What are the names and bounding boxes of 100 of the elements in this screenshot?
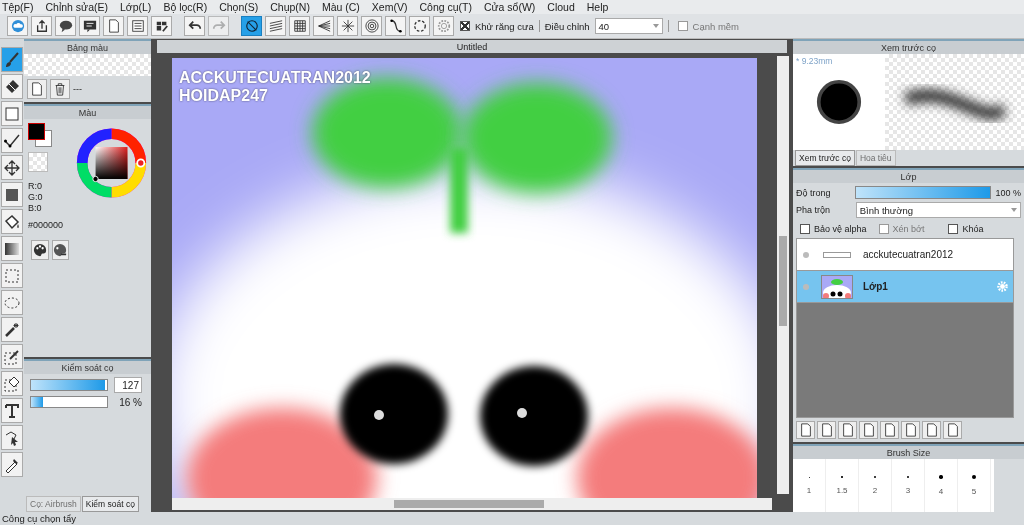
brush-size-field[interactable]: 127 [114, 377, 142, 393]
delete-swatch-button[interactable] [50, 79, 70, 99]
snap-button[interactable] [289, 16, 310, 36]
new-swatch-button[interactable] [27, 79, 47, 99]
toolbar-button[interactable] [127, 16, 148, 36]
layer-name: Lớp1 [863, 281, 888, 292]
visibility-dot[interactable] [803, 283, 809, 290]
adjust-label: Điều chỉnh [544, 20, 590, 32]
menu-item[interactable]: Help [586, 1, 615, 13]
toolbar-button[interactable] [79, 16, 100, 36]
visibility-dot[interactable] [803, 251, 809, 258]
palette-icon [53, 243, 68, 257]
antialias-label: Khử răng cưa [475, 20, 534, 32]
layer-row[interactable]: acckutecuatran2012 [797, 239, 1013, 271]
tool-button[interactable] [1, 398, 23, 423]
toolbar-button[interactable] [151, 16, 172, 36]
palette-icon [32, 243, 47, 257]
toolbar-button[interactable] [31, 16, 52, 36]
tool-button[interactable] [1, 425, 23, 450]
layer-option-checkbox[interactable] [800, 224, 810, 234]
caret-icon [1011, 208, 1017, 212]
layer-option-label: Khóa [962, 224, 984, 234]
comment-icon [82, 19, 97, 33]
tool-button[interactable] [1, 128, 23, 153]
snap-button[interactable] [361, 16, 382, 36]
panel-tab[interactable]: Hoa tiêu [855, 150, 896, 166]
layer-action-button[interactable] [880, 421, 899, 439]
canvas-artwork[interactable] [172, 58, 757, 498]
trash-icon [53, 82, 67, 96]
layer-row[interactable]: Lớp1 [797, 271, 1013, 303]
palette-edit-button[interactable] [51, 240, 69, 260]
menu-item[interactable]: Cloud [547, 1, 581, 13]
lasso-icon [4, 294, 20, 311]
palette-button[interactable] [31, 240, 49, 260]
panel-title: Bảng màu [67, 42, 108, 53]
tool-button[interactable] [1, 236, 23, 261]
transparent-swatch[interactable] [28, 152, 48, 172]
menu-item[interactable]: Xem(V) [371, 1, 414, 13]
layer-action-button[interactable] [943, 421, 962, 439]
vertical-scrollbar[interactable] [777, 56, 789, 494]
page-icon [30, 82, 44, 96]
menu-item[interactable]: Bộ lọc(R) [163, 1, 214, 13]
page-icon [945, 423, 960, 437]
toolbar-button[interactable] [103, 16, 124, 36]
menu-item[interactable]: Lớp(L) [119, 1, 158, 13]
tool-button[interactable] [1, 452, 23, 477]
marquee-icon [4, 267, 20, 284]
layer-opacity-slider[interactable] [855, 186, 992, 199]
tool-button[interactable] [1, 155, 23, 180]
document-tab[interactable]: Untitled [157, 40, 787, 53]
layer-action-button[interactable] [838, 421, 857, 439]
panel-tab[interactable]: Cọ: Airbrush [26, 496, 81, 512]
page-icon [924, 423, 939, 437]
snap-button[interactable] [337, 16, 358, 36]
adjust-dropdown[interactable]: 40 [594, 18, 663, 34]
tool-button[interactable] [1, 47, 23, 72]
snap-button[interactable] [313, 16, 334, 36]
tool-button[interactable] [1, 371, 23, 396]
layer-action-button[interactable] [817, 421, 836, 439]
snap-button[interactable] [241, 16, 262, 36]
tool-button[interactable] [1, 209, 23, 234]
ellipse-icon [412, 19, 427, 33]
brush-size-slider[interactable] [30, 379, 108, 391]
page-icon [861, 423, 876, 437]
horizontal-scrollbar[interactable] [172, 498, 772, 510]
snap-button[interactable] [385, 16, 406, 36]
tool-button[interactable] [1, 182, 23, 207]
antialias-checkbox[interactable] [460, 21, 470, 31]
panel-tab[interactable]: Xem trước cọ [795, 150, 855, 166]
layer-option-checkbox[interactable] [948, 224, 959, 234]
snap-button[interactable] [409, 16, 430, 36]
tool-button[interactable] [1, 74, 23, 99]
menu-item[interactable]: Chụp(N) [270, 1, 316, 13]
tool-button[interactable] [1, 344, 23, 369]
status-text: Công cụ chọn tẩy [2, 513, 76, 524]
page-icon [106, 19, 121, 33]
layer-action-button[interactable] [859, 421, 878, 439]
menu-item[interactable]: Tệp(F) [2, 1, 40, 13]
menu-item[interactable]: Màu (C) [321, 1, 366, 13]
toolbar-button[interactable] [55, 16, 76, 36]
layer-option-label: Bảo vệ alpha [814, 224, 867, 234]
panel-tab[interactable]: Kiểm soát cọ [81, 496, 139, 512]
brush-opacity-value: 16 % [118, 396, 142, 408]
layer-action-button[interactable] [796, 421, 815, 439]
color-wheel[interactable] [76, 127, 147, 199]
layer-action-button[interactable] [922, 421, 941, 439]
tool-button[interactable] [1, 317, 23, 342]
layer-action-button[interactable] [901, 421, 920, 439]
toolbar-button[interactable] [184, 16, 205, 36]
gradient-icon [4, 240, 20, 257]
menu-item[interactable]: Công cụ(T) [419, 1, 478, 13]
color-swatches-drawing[interactable] [28, 123, 52, 147]
snap-button[interactable] [265, 16, 286, 36]
menu-item[interactable]: Chọn(S) [219, 1, 265, 13]
brush-opacity-slider[interactable] [30, 396, 108, 408]
menu-item[interactable]: Cửa sổ(W) [483, 1, 542, 13]
blend-mode-dropdown[interactable]: Bình thường [855, 202, 1021, 218]
circles-icon [364, 19, 379, 33]
layer-thumbnail [821, 274, 853, 299]
menu-item[interactable]: Chỉnh sửa(E) [45, 1, 114, 13]
